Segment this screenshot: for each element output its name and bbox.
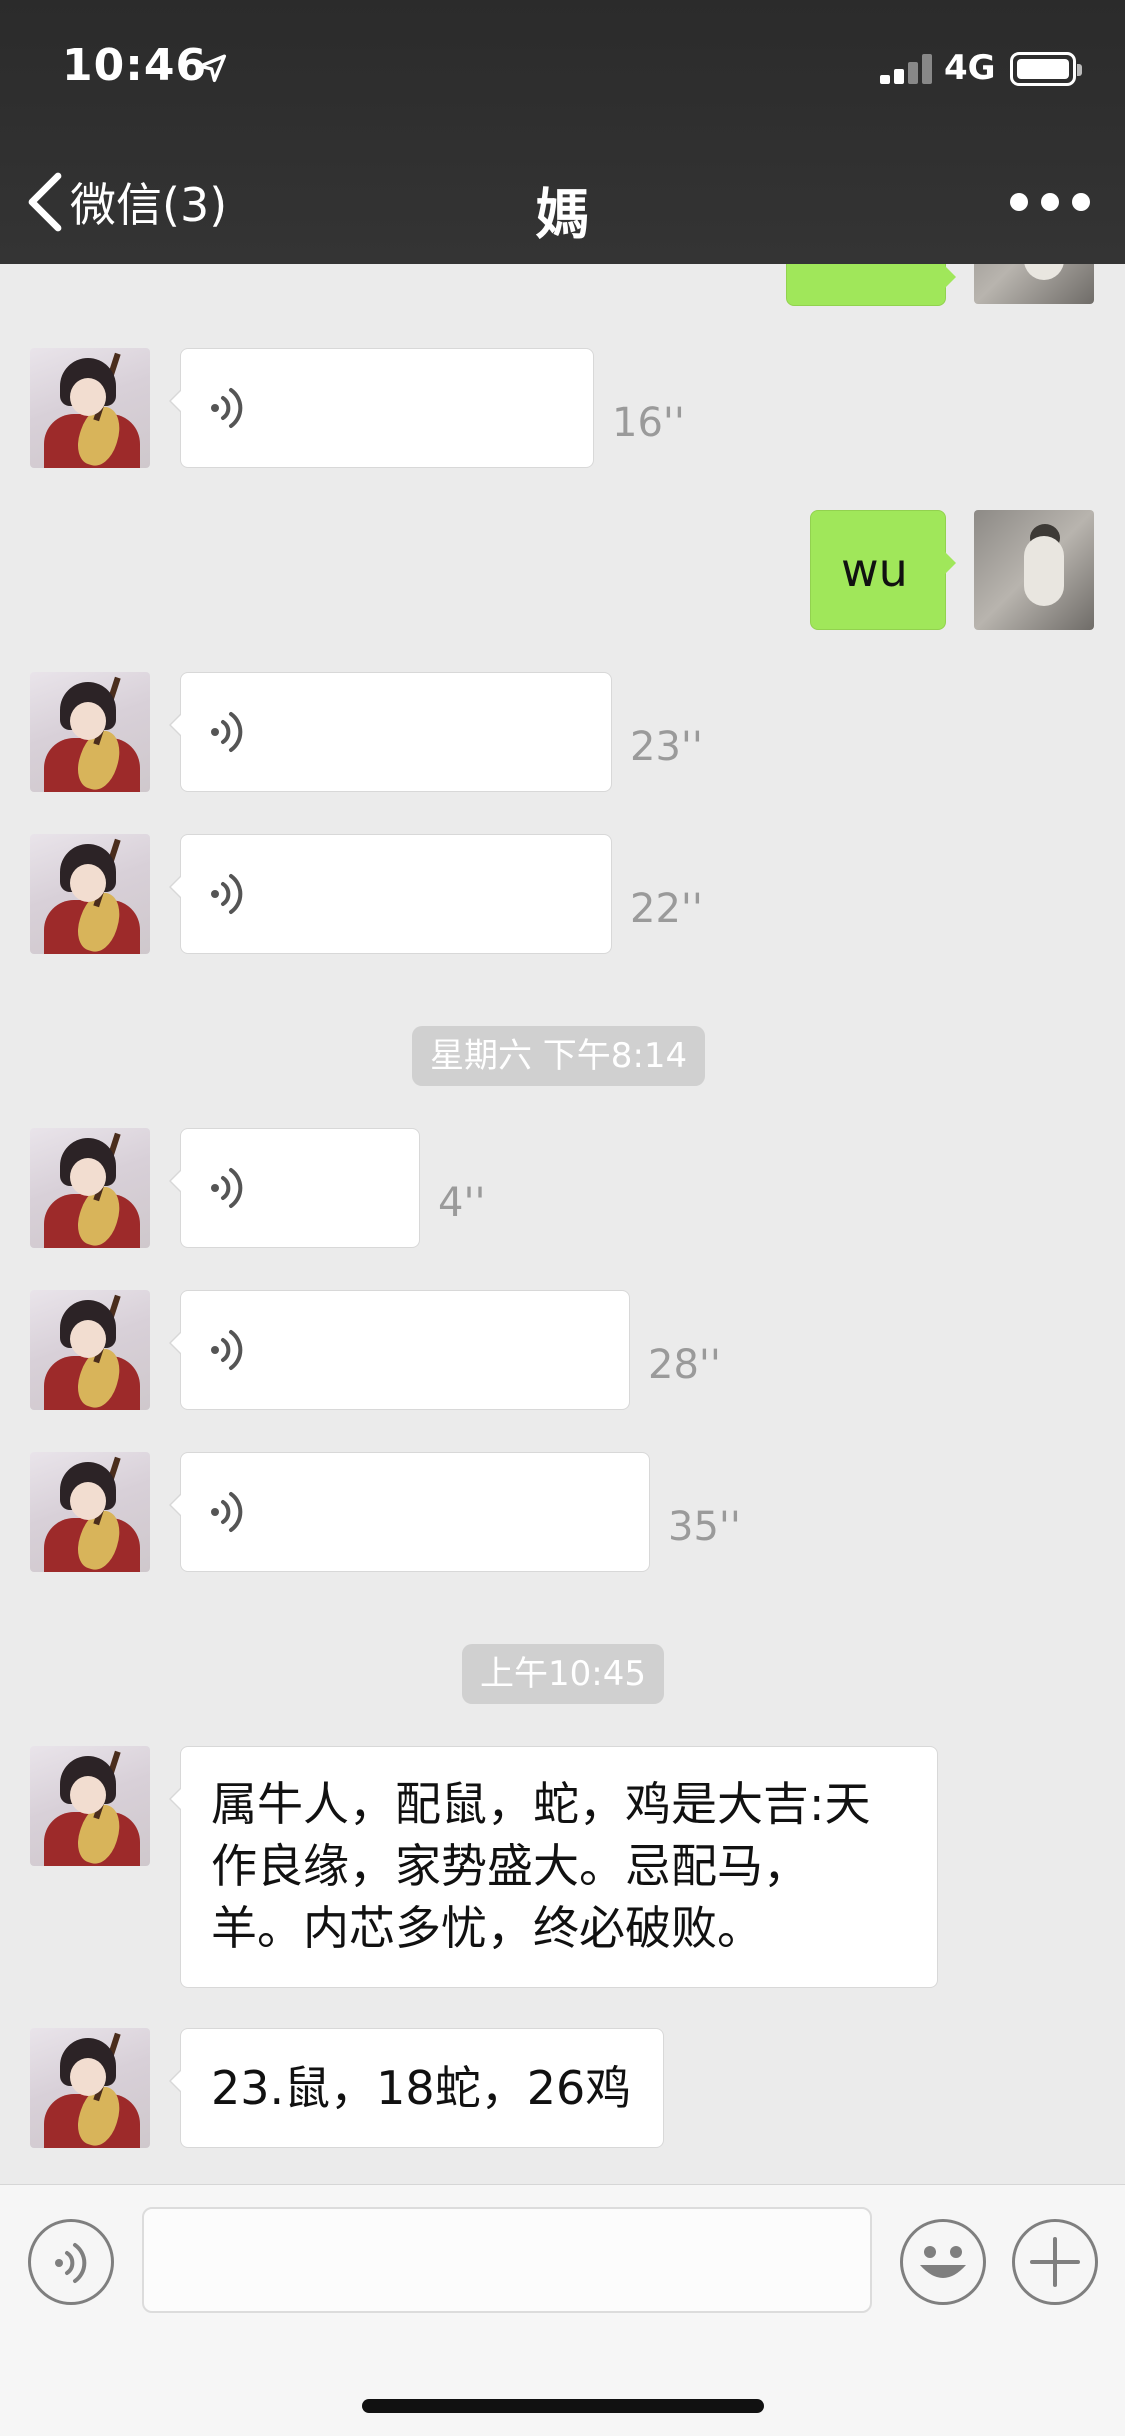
header: 10:46 4G 微信(3) 媽 bbox=[0, 0, 1125, 264]
message-bubble-outgoing-partial[interactable] bbox=[786, 264, 956, 306]
plus-icon bbox=[1030, 2237, 1080, 2287]
voice-message[interactable] bbox=[169, 672, 612, 792]
voice-wave-icon bbox=[211, 1330, 243, 1370]
voice-message[interactable] bbox=[169, 1128, 420, 1248]
more-functions-button[interactable] bbox=[1012, 2219, 1098, 2305]
voice-message[interactable] bbox=[169, 348, 594, 468]
voice-input-button[interactable] bbox=[28, 2219, 114, 2305]
contact-avatar[interactable] bbox=[30, 1746, 150, 1866]
timestamp: 上午10:45 bbox=[462, 1644, 664, 1704]
message-text-line: 作良缘，家势盛大。忌配马， bbox=[211, 1839, 809, 1893]
voice-message[interactable] bbox=[169, 1290, 630, 1410]
home-indicator[interactable] bbox=[362, 2399, 764, 2413]
emoji-icon bbox=[920, 2246, 966, 2278]
message-bubble-incoming[interactable]: 23.鼠，18蛇，26鸡 bbox=[169, 2028, 664, 2148]
voice-duration: 35'' bbox=[668, 1504, 741, 1550]
contact-avatar[interactable] bbox=[30, 2028, 150, 2148]
voice-message[interactable] bbox=[169, 834, 612, 954]
message-text: 23.鼠，18蛇，26鸡 bbox=[211, 2061, 632, 2115]
voice-wave-icon bbox=[211, 1492, 243, 1532]
contact-avatar[interactable] bbox=[30, 672, 150, 792]
my-avatar[interactable] bbox=[974, 510, 1094, 630]
message-list[interactable]: 16'' wu 23'' 22'' 星期六 下午8:14 4'' 28'' 35… bbox=[0, 264, 1125, 2184]
message-bubble-outgoing[interactable]: wu bbox=[810, 510, 956, 630]
more-options-icon[interactable] bbox=[1010, 180, 1090, 224]
contact-avatar[interactable] bbox=[30, 834, 150, 954]
contact-avatar[interactable] bbox=[30, 1452, 150, 1572]
location-arrow-icon bbox=[198, 54, 227, 83]
status-time: 10:46 bbox=[62, 40, 208, 91]
voice-duration: 16'' bbox=[612, 400, 685, 446]
contact-avatar[interactable] bbox=[30, 1128, 150, 1248]
message-text-line: 属牛人，配鼠，蛇，鸡是大吉:天 bbox=[211, 1777, 871, 1831]
navigation-bar: 微信(3) 媽 bbox=[0, 140, 1125, 264]
status-bar: 10:46 4G bbox=[0, 0, 1125, 140]
voice-duration: 28'' bbox=[648, 1342, 721, 1388]
voice-input-icon bbox=[55, 2243, 87, 2283]
voice-wave-icon bbox=[211, 712, 243, 752]
chat-title: 媽 bbox=[535, 183, 590, 246]
my-avatar[interactable] bbox=[974, 264, 1094, 304]
voice-duration: 22'' bbox=[630, 886, 703, 932]
cellular-signal-icon bbox=[880, 54, 934, 84]
voice-wave-icon bbox=[211, 388, 243, 428]
voice-duration: 4'' bbox=[438, 1180, 486, 1226]
voice-duration: 23'' bbox=[630, 724, 703, 770]
message-bubble-incoming[interactable]: 属牛人，配鼠，蛇，鸡是大吉:天 作良缘，家势盛大。忌配马， 羊。内芯多忧，终必破… bbox=[169, 1746, 938, 1988]
voice-wave-icon bbox=[211, 874, 243, 914]
timestamp: 星期六 下午8:14 bbox=[412, 1026, 706, 1086]
input-bar bbox=[0, 2184, 1125, 2436]
message-text: wu bbox=[841, 543, 908, 597]
emoji-button[interactable] bbox=[900, 2219, 986, 2305]
contact-avatar[interactable] bbox=[30, 1290, 150, 1410]
contact-avatar[interactable] bbox=[30, 348, 150, 468]
network-type: 4G bbox=[944, 48, 996, 88]
message-text-line: 羊。内芯多忧，终必破败。 bbox=[211, 1901, 763, 1955]
message-input[interactable] bbox=[142, 2207, 872, 2313]
voice-wave-icon bbox=[211, 1168, 243, 1208]
battery-icon bbox=[1010, 52, 1082, 86]
voice-message[interactable] bbox=[169, 1452, 650, 1572]
